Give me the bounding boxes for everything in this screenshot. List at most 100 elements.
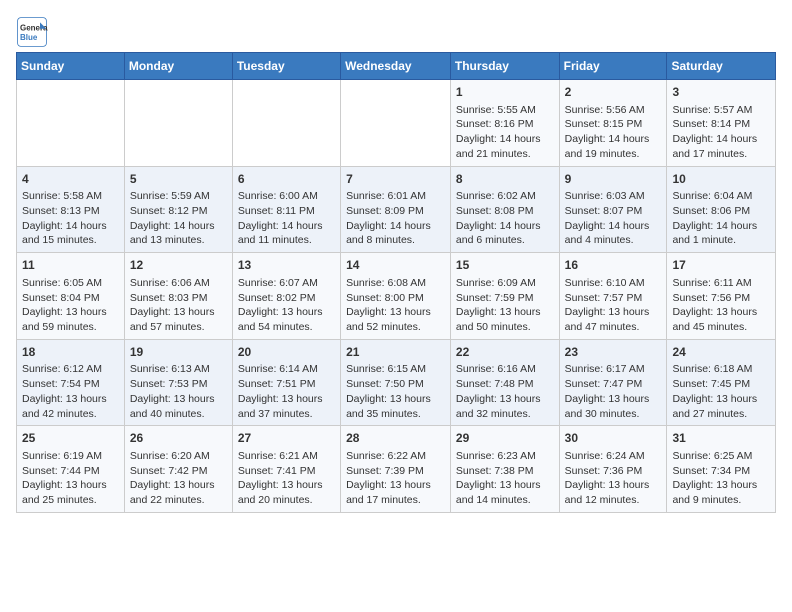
day-info: Daylight: 13 hours	[130, 392, 227, 407]
day-number: 5	[130, 171, 227, 188]
day-number: 31	[672, 430, 770, 447]
day-info: and 35 minutes.	[346, 407, 445, 422]
day-info: Sunset: 8:12 PM	[130, 204, 227, 219]
day-info: and 6 minutes.	[456, 233, 554, 248]
calendar-table: SundayMondayTuesdayWednesdayThursdayFrid…	[16, 52, 776, 513]
day-info: Daylight: 13 hours	[130, 305, 227, 320]
day-info: Sunrise: 6:24 AM	[565, 449, 662, 464]
day-info: Sunrise: 6:09 AM	[456, 276, 554, 291]
day-info: and 4 minutes.	[565, 233, 662, 248]
day-number: 11	[22, 257, 119, 274]
calendar-cell: 8Sunrise: 6:02 AMSunset: 8:08 PMDaylight…	[450, 166, 559, 253]
day-info: and 1 minute.	[672, 233, 770, 248]
calendar-cell: 25Sunrise: 6:19 AMSunset: 7:44 PMDayligh…	[17, 426, 125, 513]
calendar-cell: 15Sunrise: 6:09 AMSunset: 7:59 PMDayligh…	[450, 253, 559, 340]
day-info: Sunset: 7:59 PM	[456, 291, 554, 306]
day-info: Sunset: 7:41 PM	[238, 464, 335, 479]
calendar-cell: 1Sunrise: 5:55 AMSunset: 8:16 PMDaylight…	[450, 80, 559, 167]
day-info: Sunrise: 6:06 AM	[130, 276, 227, 291]
calendar-cell: 23Sunrise: 6:17 AMSunset: 7:47 PMDayligh…	[559, 339, 667, 426]
day-info: Sunset: 7:45 PM	[672, 377, 770, 392]
day-info: Sunset: 8:09 PM	[346, 204, 445, 219]
day-header-thursday: Thursday	[450, 53, 559, 80]
day-number: 27	[238, 430, 335, 447]
day-info: Sunset: 7:44 PM	[22, 464, 119, 479]
day-info: and 21 minutes.	[456, 147, 554, 162]
calendar-cell: 5Sunrise: 5:59 AMSunset: 8:12 PMDaylight…	[124, 166, 232, 253]
day-info: Sunrise: 6:11 AM	[672, 276, 770, 291]
day-info: and 17 minutes.	[346, 493, 445, 508]
day-info: Sunrise: 6:14 AM	[238, 362, 335, 377]
day-info: Sunrise: 6:00 AM	[238, 189, 335, 204]
day-info: Sunrise: 6:01 AM	[346, 189, 445, 204]
calendar-cell: 7Sunrise: 6:01 AMSunset: 8:09 PMDaylight…	[341, 166, 451, 253]
day-info: and 45 minutes.	[672, 320, 770, 335]
day-info: Daylight: 13 hours	[565, 305, 662, 320]
day-info: Sunset: 8:02 PM	[238, 291, 335, 306]
day-number: 19	[130, 344, 227, 361]
calendar-cell: 11Sunrise: 6:05 AMSunset: 8:04 PMDayligh…	[17, 253, 125, 340]
day-info: Daylight: 13 hours	[672, 305, 770, 320]
calendar-cell	[17, 80, 125, 167]
calendar-cell: 10Sunrise: 6:04 AMSunset: 8:06 PMDayligh…	[667, 166, 776, 253]
day-info: and 59 minutes.	[22, 320, 119, 335]
calendar-cell: 22Sunrise: 6:16 AMSunset: 7:48 PMDayligh…	[450, 339, 559, 426]
week-row-4: 18Sunrise: 6:12 AMSunset: 7:54 PMDayligh…	[17, 339, 776, 426]
day-info: Daylight: 13 hours	[456, 305, 554, 320]
day-info: Sunset: 8:04 PM	[22, 291, 119, 306]
calendar-cell	[232, 80, 340, 167]
day-info: Sunrise: 5:57 AM	[672, 103, 770, 118]
day-info: Sunrise: 5:58 AM	[22, 189, 119, 204]
day-info: Sunrise: 6:12 AM	[22, 362, 119, 377]
day-info: and 42 minutes.	[22, 407, 119, 422]
day-info: Daylight: 14 hours	[346, 219, 445, 234]
day-info: Daylight: 14 hours	[565, 132, 662, 147]
logo-icon: General Blue	[16, 16, 48, 48]
calendar-cell: 31Sunrise: 6:25 AMSunset: 7:34 PMDayligh…	[667, 426, 776, 513]
day-info: Daylight: 13 hours	[346, 478, 445, 493]
day-info: Sunrise: 6:07 AM	[238, 276, 335, 291]
day-number: 20	[238, 344, 335, 361]
week-row-3: 11Sunrise: 6:05 AMSunset: 8:04 PMDayligh…	[17, 253, 776, 340]
day-info: Sunset: 7:53 PM	[130, 377, 227, 392]
week-row-2: 4Sunrise: 5:58 AMSunset: 8:13 PMDaylight…	[17, 166, 776, 253]
calendar-cell: 13Sunrise: 6:07 AMSunset: 8:02 PMDayligh…	[232, 253, 340, 340]
day-number: 24	[672, 344, 770, 361]
day-info: Sunset: 7:50 PM	[346, 377, 445, 392]
calendar-cell: 12Sunrise: 6:06 AMSunset: 8:03 PMDayligh…	[124, 253, 232, 340]
day-info: and 22 minutes.	[130, 493, 227, 508]
day-info: and 17 minutes.	[672, 147, 770, 162]
day-number: 14	[346, 257, 445, 274]
day-info: and 14 minutes.	[456, 493, 554, 508]
day-number: 12	[130, 257, 227, 274]
day-info: Daylight: 13 hours	[238, 392, 335, 407]
calendar-cell: 6Sunrise: 6:00 AMSunset: 8:11 PMDaylight…	[232, 166, 340, 253]
calendar-cell: 19Sunrise: 6:13 AMSunset: 7:53 PMDayligh…	[124, 339, 232, 426]
day-number: 7	[346, 171, 445, 188]
day-number: 25	[22, 430, 119, 447]
day-info: and 15 minutes.	[22, 233, 119, 248]
day-info: Daylight: 14 hours	[456, 132, 554, 147]
day-info: Sunset: 8:16 PM	[456, 117, 554, 132]
day-info: Sunrise: 6:10 AM	[565, 276, 662, 291]
day-number: 22	[456, 344, 554, 361]
day-info: Sunrise: 6:20 AM	[130, 449, 227, 464]
day-info: Daylight: 13 hours	[672, 392, 770, 407]
day-info: Sunset: 7:36 PM	[565, 464, 662, 479]
day-info: Daylight: 13 hours	[130, 478, 227, 493]
day-number: 26	[130, 430, 227, 447]
day-info: and 52 minutes.	[346, 320, 445, 335]
day-info: and 32 minutes.	[456, 407, 554, 422]
day-info: Daylight: 14 hours	[238, 219, 335, 234]
day-info: Sunset: 8:11 PM	[238, 204, 335, 219]
day-info: Daylight: 13 hours	[22, 305, 119, 320]
day-info: Sunrise: 6:02 AM	[456, 189, 554, 204]
day-header-monday: Monday	[124, 53, 232, 80]
day-info: Sunrise: 6:03 AM	[565, 189, 662, 204]
calendar-cell: 14Sunrise: 6:08 AMSunset: 8:00 PMDayligh…	[341, 253, 451, 340]
day-info: and 11 minutes.	[238, 233, 335, 248]
day-info: Sunset: 8:07 PM	[565, 204, 662, 219]
day-number: 8	[456, 171, 554, 188]
day-info: Daylight: 14 hours	[672, 219, 770, 234]
day-number: 30	[565, 430, 662, 447]
